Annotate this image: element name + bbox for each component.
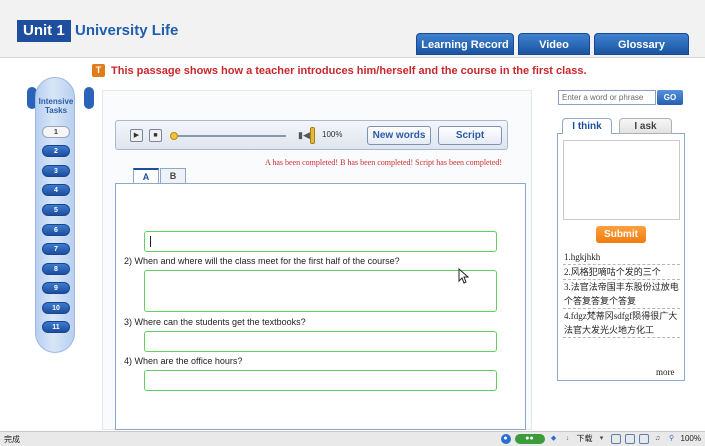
task-button-10[interactable]: 10 <box>42 302 70 314</box>
search-input[interactable]: Enter a word or phrase <box>558 90 656 105</box>
tasks-title-line1: Intensive <box>38 97 74 106</box>
download-label[interactable]: 下载 <box>577 433 593 444</box>
task-button-11[interactable]: 11 <box>42 321 70 333</box>
volume-icon: ▮◀ <box>298 130 310 140</box>
tab-learning-record[interactable]: Learning Record <box>416 33 514 55</box>
task-button-8[interactable]: 8 <box>42 263 70 275</box>
unit-title: University Life <box>75 22 179 39</box>
post-item[interactable]: 1.hgkjhkh <box>563 250 680 265</box>
task-button-6[interactable]: 6 <box>42 224 70 236</box>
page-icon[interactable] <box>624 433 635 444</box>
stop-icon[interactable]: ■ <box>149 129 162 142</box>
task-button-2[interactable]: 2 <box>42 145 70 157</box>
browser-status-bar: 完成 ● ●● ◆ ↓ 下载 ▾ ♫ ⚲ 100% <box>0 431 705 446</box>
new-words-button[interactable]: New words <box>367 126 431 145</box>
zoom-level[interactable]: 100% <box>681 434 701 443</box>
task-button-7[interactable]: 7 <box>42 243 70 255</box>
text-caret <box>150 236 151 247</box>
status-text: 完成 <box>4 435 20 444</box>
window-icon[interactable] <box>610 433 621 444</box>
panel-right-ear <box>84 87 94 109</box>
posts-list: 1.hgkjhkh 2.风格犯嘀咕个发的三个 3.法官法帝国丰东股份过放电个答复… <box>563 250 680 338</box>
speaker-icon[interactable]: ♫ <box>653 434 663 444</box>
audio-player: ▶ ■ ▮◀ 100% New words Script <box>115 120 508 150</box>
task-button-9[interactable]: 9 <box>42 282 70 294</box>
go-button[interactable]: GO <box>657 90 683 105</box>
tasks-title-line2: Tasks <box>44 106 68 115</box>
intensive-tasks-panel: Intensive Tasks 1 2 3 4 5 6 7 8 9 10 11 <box>35 77 75 353</box>
task-button-3[interactable]: 3 <box>42 165 70 177</box>
tasks-title: Intensive Tasks <box>36 97 76 115</box>
post-item[interactable]: 4.fdgz梵蒂冈sdfgf陨得很广大法官大发光火地方化工 <box>563 309 680 338</box>
question-3: 3) Where can the students get the textbo… <box>124 317 306 327</box>
status-tray: ● ●● ◆ ↓ 下载 ▾ ♫ ⚲ 100% <box>500 433 701 444</box>
task-button-4[interactable]: 4 <box>42 184 70 196</box>
task-button-1[interactable]: 1 <box>42 126 70 138</box>
tab-part-a[interactable]: A <box>133 168 159 184</box>
think-textarea[interactable] <box>563 140 680 220</box>
answer-input-4[interactable] <box>144 370 497 391</box>
progress-slider-knob[interactable] <box>170 132 178 140</box>
answer-input-3[interactable] <box>144 331 497 352</box>
app-header: Unit 1 University Life Learning Record V… <box>0 0 705 58</box>
download-icon[interactable]: ↓ <box>563 434 573 444</box>
passage-notice: T This passage shows how a teacher intro… <box>92 64 587 77</box>
answer-input-2[interactable] <box>144 270 497 312</box>
shield-icon[interactable]: ◆ <box>549 434 559 444</box>
volume-slider-knob[interactable] <box>310 127 315 144</box>
answer-input-1[interactable] <box>144 231 497 252</box>
completion-status: A has been completed! B has been complet… <box>265 158 503 167</box>
toggle-icon[interactable]: ●● <box>514 433 545 444</box>
post-item[interactable]: 3.法官法帝国丰东股份过放电个答复答复个答复 <box>563 280 680 309</box>
notice-icon: T <box>92 64 105 77</box>
chevron-down-icon[interactable]: ▾ <box>597 434 607 444</box>
play-icon[interactable]: ▶ <box>130 129 143 142</box>
script-button[interactable]: Script <box>438 126 502 145</box>
globe-icon[interactable]: ● <box>500 433 511 444</box>
question-4: 4) When are the office hours? <box>124 356 243 366</box>
task-button-5[interactable]: 5 <box>42 204 70 216</box>
notice-text: This passage shows how a teacher introdu… <box>111 64 587 77</box>
tab-video[interactable]: Video <box>518 33 590 55</box>
tab-part-b[interactable]: B <box>160 168 186 184</box>
tab-i-think[interactable]: I think <box>562 118 612 134</box>
tab-glossary[interactable]: Glossary <box>594 33 689 55</box>
post-item[interactable]: 2.风格犯嘀咕个发的三个 <box>563 265 680 280</box>
mouse-cursor-icon <box>458 268 470 284</box>
zoom-icon[interactable]: ⚲ <box>667 434 677 444</box>
submit-button[interactable]: Submit <box>596 226 646 243</box>
screen-icon[interactable] <box>638 433 649 444</box>
volume-percent: 100% <box>322 130 343 139</box>
question-2: 2) When and where will the class meet fo… <box>124 256 400 266</box>
progress-slider[interactable] <box>171 135 286 137</box>
header-tabs: Learning Record Video Glossary <box>416 33 689 55</box>
more-link[interactable]: more <box>656 367 675 377</box>
tab-i-ask[interactable]: I ask <box>619 118 672 134</box>
unit-badge: Unit 1 <box>17 20 71 42</box>
